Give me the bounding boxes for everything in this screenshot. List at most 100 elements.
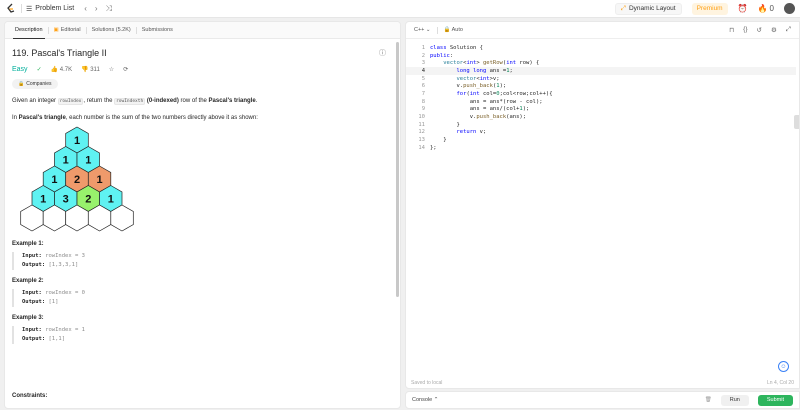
expand-icon[interactable]: ⤢ [786,26,791,34]
line-number: 1 [421,44,425,51]
desc-bold: (0-indexed) [146,98,179,104]
description-tabs: Description ▣ Editorial Solutions (5.2K)… [5,22,400,39]
output-label: Output: [22,262,46,268]
description-panel: Description ▣ Editorial Solutions (5.2K)… [4,21,401,409]
output-value: [1] [48,299,59,305]
line-number: 14 [418,144,425,151]
input-value: rowIndex = 0 [45,290,85,296]
lock-icon: 🔒 [443,27,451,33]
hex-value: 2 [85,194,91,206]
example-output: Output: [1,1] [22,335,393,344]
cursor-position: Ln 4, Col 20 [767,379,794,386]
example-title: Example 3: [12,315,44,321]
code-line[interactable]: 5 vector<int>v; [406,75,796,83]
code-line[interactable]: 11 } [406,121,796,129]
inline-code: rowIndex [57,98,84,105]
nav-divider [21,4,22,13]
dislike-button[interactable]: 👎 311 [81,66,100,73]
desc-text: . [255,98,258,104]
saved-status: Saved to local [411,379,443,386]
code-line[interactable]: 14}; [406,144,796,152]
tab-submissions[interactable]: Submissions [137,22,178,39]
line-number: 5 [421,75,425,82]
premium-button[interactable]: Premium [691,2,728,15]
example-box: Input: rowIndex = 0 Output: [1] [12,289,393,307]
code-line[interactable]: 1 class Solution { [406,44,796,52]
bookmark-icon[interactable]: ⊓ [729,26,734,34]
leetcode-logo-icon[interactable] [5,3,15,15]
list-icon: ☰ [26,5,33,13]
difficulty-badge: Easy [12,66,28,73]
prev-problem-icon[interactable]: ‹ [84,4,87,13]
code-text: }; [430,144,437,151]
output-value: [1,3,3,1] [48,262,79,268]
tab-solutions-label: Solutions (5.2K) [91,27,131,33]
example-input: Input: rowIndex = 3 [22,252,393,261]
code-line[interactable]: 8 ans = ans*(row - col); [406,98,796,106]
scrollbar[interactable] [396,42,399,297]
settings-icon[interactable]: ⚙ [771,26,777,34]
next-problem-icon[interactable]: › [95,4,98,13]
code-line[interactable]: 7 for(int col=0;col<row;col++){ [406,90,796,98]
language-select[interactable]: C++ ⌄ [414,27,431,33]
side-tab-handle[interactable] [794,115,799,129]
tab-editorial[interactable]: ▣ Editorial [49,22,86,39]
hex-value: 3 [63,194,69,206]
hex-value: 1 [108,194,114,206]
trash-icon[interactable]: 🗑 [705,397,712,403]
tab-submissions-label: Submissions [141,27,173,33]
examples-section: Example 1: Input: rowIndex = 3 Output: [1,… [12,241,393,344]
editor-statusbar: Saved to local Ln 4, Col 20 [406,377,799,388]
lock-icon: 🔒 [18,81,25,87]
code-line[interactable]: 4 long long ans =1; [406,67,796,75]
code-line[interactable]: 3 vector<int> getRow(int row) { [406,59,796,67]
line-number: 4 [421,67,425,74]
code-text: for(int col=0;col<row;col++){ [456,90,553,97]
code-text: ans = ans*(row - col); [430,98,543,105]
info-icon[interactable]: ⓘ [379,48,386,58]
editor-toolbar: C++ ⌄ 🔒 Auto ⊓ {} ↺ ⚙ ⤢ [406,22,799,39]
example-box: Input: rowIndex = 3 Output: [1,3,3,1] [12,252,393,270]
pascal-triangle-image: 11 11 2 11 3 2 1 [20,126,134,232]
like-button[interactable]: 👍 4.7K [51,66,72,73]
problem-description-2: In Pascal's triangle, each number is the… [12,114,393,123]
star-icon[interactable]: ☆ [109,66,114,73]
braces-icon[interactable]: {} [743,26,747,34]
code-text: } [430,121,460,128]
dynamic-layout-button[interactable]: ⤢ Dynamic Layout [614,2,682,15]
tab-description[interactable]: Description [10,22,48,39]
language-label: C++ [414,27,425,33]
share-icon[interactable]: ⟳ [123,66,128,73]
problem-list-link[interactable]: ☰ Problem List [26,5,74,13]
auto-mode[interactable]: 🔒 Auto [444,27,463,33]
reset-icon[interactable]: ↺ [757,26,762,34]
hex-value: 1 [74,135,80,147]
run-button[interactable]: Run [720,394,749,406]
desc-text: row of the [178,98,209,104]
submit-button[interactable]: Submit [757,394,793,406]
desc-text: , return the [83,98,115,104]
dislike-count: 311 [90,67,100,73]
code-line[interactable]: 9 ans = ans/(col+1); [406,106,796,114]
companies-button[interactable]: 🔒 Companies [12,79,58,89]
tab-solutions[interactable]: Solutions (5.2K) [87,22,136,39]
code-line[interactable]: 6 v.push_back(1); [406,82,796,90]
console-toggle[interactable]: Console ⌃ [412,397,438,403]
streak-button[interactable]: 🔥 0 [758,4,774,13]
shuffle-icon[interactable]: ⤨ [106,4,112,14]
timer-icon[interactable]: ⏰ [738,4,748,13]
code-line[interactable]: 2 public: [406,52,796,60]
console-label: Console [412,397,433,403]
line-number: 12 [418,129,425,136]
chat-icon[interactable]: ☺ [778,361,789,372]
line-number: 8 [421,98,425,105]
mode-label: Auto [451,27,463,33]
code-area[interactable]: 1 class Solution {2 public: 3 vector<int> g… [406,44,796,152]
input-value: rowIndex = 1 [45,327,85,333]
example-output: Output: [1] [22,298,393,307]
code-line[interactable]: 12 return v; [406,129,796,137]
code-line[interactable]: 10 v.push_back(ans); [406,113,796,121]
code-line[interactable]: 13 } [406,136,796,144]
output-label: Output: [22,299,46,305]
avatar[interactable] [784,3,795,14]
